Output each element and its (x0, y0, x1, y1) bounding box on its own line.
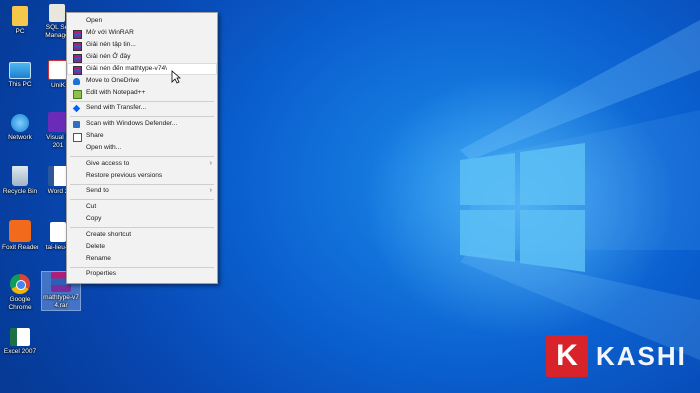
kashi-watermark-logo: K KASHI (546, 335, 687, 377)
desktop-icon-this-pc[interactable]: This PC (2, 62, 38, 89)
notepad-plus-plus-icon (73, 89, 82, 99)
menu-item-extract-to-folder[interactable]: Giải nén đến mathtype-v74\ (67, 63, 217, 75)
menu-item-extract-files[interactable]: Giải nén tập tin... (68, 40, 216, 51)
chrome-icon (10, 274, 30, 294)
chevron-right-icon: › (209, 160, 212, 167)
desktop-icon-excel[interactable]: Excel 2007 (2, 328, 38, 356)
menu-separator (70, 199, 214, 200)
onedrive-icon (73, 77, 80, 85)
winrar-icon (73, 65, 82, 75)
menu-item-copy[interactable]: Copy (68, 214, 216, 224)
share-icon (73, 132, 82, 142)
menu-item-open[interactable]: Open (68, 16, 216, 26)
context-menu: Open Mở với WinRAR Giải nén tập tin... G… (66, 12, 218, 284)
mouse-pointer-icon (171, 70, 181, 84)
winrar-icon (73, 53, 82, 63)
windows-logo-icon (460, 143, 585, 272)
dropbox-icon (72, 104, 81, 112)
defender-icon (73, 120, 80, 128)
word-icon (48, 166, 68, 186)
menu-item-send-to[interactable]: Send to › (68, 186, 216, 196)
menu-item-open-winrar[interactable]: Mở với WinRAR (68, 28, 216, 39)
menu-item-create-shortcut[interactable]: Create shortcut (68, 230, 216, 240)
menu-item-delete[interactable]: Delete (68, 242, 216, 252)
kashi-logo-icon: K (546, 335, 588, 377)
menu-item-send-transfer[interactable]: Send with Transfer... (68, 103, 216, 113)
menu-item-properties[interactable]: Properties (68, 269, 216, 279)
document-icon (50, 222, 66, 242)
winrar-icon (73, 29, 82, 39)
menu-item-edit-notepad[interactable]: Edit with Notepad++ (68, 88, 216, 99)
folder-user-icon (12, 6, 28, 26)
menu-item-rename[interactable]: Rename (68, 254, 216, 264)
desktop-icon-network[interactable]: Network (2, 114, 38, 142)
winrar-icon (73, 41, 82, 51)
menu-separator (70, 227, 214, 228)
desktop-icon-chrome[interactable]: Google Chrome (2, 274, 38, 312)
recycle-bin-icon (12, 166, 28, 186)
menu-item-give-access[interactable]: Give access to › (68, 159, 216, 169)
menu-separator (70, 267, 214, 268)
excel-icon (10, 328, 30, 346)
monitor-icon (9, 62, 31, 79)
foxit-reader-icon (9, 220, 31, 242)
network-icon (11, 114, 29, 132)
menu-separator (70, 156, 214, 157)
unikey-icon (48, 60, 68, 80)
chevron-right-icon: › (209, 187, 212, 194)
menu-separator (70, 101, 214, 102)
desktop-icon-pc[interactable]: PC (2, 6, 38, 36)
kashi-logo-text: KASHI (596, 340, 687, 371)
desktop-icon-recycle-bin[interactable]: Recycle Bin (2, 166, 38, 196)
menu-item-cut[interactable]: Cut (68, 202, 216, 212)
menu-item-scan-defender[interactable]: Scan with Windows Defender... (68, 119, 216, 129)
menu-separator (70, 184, 214, 185)
menu-item-restore-versions[interactable]: Restore previous versions (68, 171, 216, 181)
desktop-icon-foxit[interactable]: Foxit Reader (2, 220, 38, 252)
menu-separator (70, 116, 214, 117)
menu-item-share[interactable]: Share (68, 131, 216, 142)
sql-server-icon (49, 4, 65, 22)
menu-item-move-to-onedrive[interactable]: Move to OneDrive (68, 76, 216, 86)
menu-item-extract-here[interactable]: Giải nén Ở đây (68, 52, 216, 63)
visual-studio-icon (48, 112, 68, 132)
menu-item-open-with[interactable]: Open with... (68, 143, 216, 153)
